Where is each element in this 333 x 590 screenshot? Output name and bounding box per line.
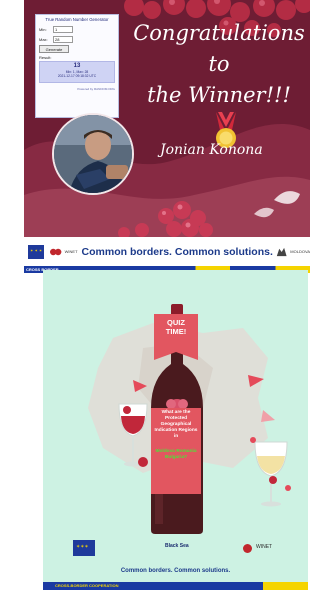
common-borders-tagline: Common borders. Common solutions. — [120, 568, 231, 574]
congratulations-headline: Congratulations to the Winner!!! — [124, 18, 310, 111]
rng-result-box: 13 Min: 1, Max: 28 2021-12-17 09:18:32 U… — [39, 61, 115, 83]
rng-min-label: Min: — [39, 27, 47, 32]
quiz-line-1: QUIZ — [167, 318, 185, 327]
common-borders-tagline: Common borders. Common solutions. — [81, 245, 273, 258]
winner-photo — [52, 113, 134, 195]
quiz-title: QUIZ TIME! — [154, 318, 198, 336]
rng-max-label: Max: — [39, 37, 48, 42]
rng-result-label: Result: — [39, 55, 52, 60]
moldova-logo: MOLDOVA — [290, 249, 310, 254]
eu-flag-icon — [28, 244, 45, 259]
sponsor-logo-bar: WINET Common borders. Common solutions. … — [24, 237, 310, 266]
random-number-generator-widget: True Random Number Generator Min: 1 Max:… — [35, 14, 119, 118]
grape-logo-icon — [50, 248, 62, 255]
rng-min-input[interactable]: 1 — [53, 26, 73, 33]
quiz-question: What are the Protected Geographical Indi… — [154, 410, 198, 439]
quiz-line-2: TIME! — [165, 327, 187, 336]
page: True Random Number Generator Min: 1 Max:… — [0, 0, 333, 590]
rng-generate-button[interactable]: Generate — [39, 45, 69, 53]
rng-min-row: Min: 1 — [39, 25, 115, 34]
black-sea-logo: Black Sea — [165, 543, 189, 549]
winet-logo: WINET — [256, 544, 273, 550]
eu-flag-icon — [73, 540, 95, 556]
cross-border-label: CROSS-BORDER COOPERATION — [55, 583, 119, 588]
winner-name: Jonian Konona — [160, 142, 263, 158]
winet-grape-icon — [243, 544, 252, 553]
winner-announcement-post: True Random Number Generator Min: 1 Max:… — [24, 0, 310, 280]
quiz-post: QUIZ TIME! What are the Protected Geogra… — [43, 270, 308, 590]
sponsor-logo-row: Black Sea WINET — [43, 540, 308, 566]
rng-result-number: 13 — [73, 63, 81, 69]
rng-result-timestamp: 2021-12-17 09:18:32 UTC — [57, 74, 97, 78]
rng-max-input[interactable]: 28 — [53, 36, 73, 43]
rng-max-row: Max: 28 — [39, 35, 115, 44]
moldova-emblem-icon — [276, 247, 287, 256]
wine-background: True Random Number Generator Min: 1 Max:… — [24, 0, 310, 237]
congrats-line-1: Congratulations to — [133, 21, 305, 76]
winet-logo: WINET — [64, 249, 78, 254]
congrats-line-2: the Winner!!! — [147, 83, 291, 107]
rng-powered-by: Powered by RANDOM.ORG — [77, 87, 115, 91]
rng-title: True Random Number Generator — [45, 17, 109, 22]
quiz-regions: Moldova Romania Bulgaria? — [155, 449, 197, 460]
